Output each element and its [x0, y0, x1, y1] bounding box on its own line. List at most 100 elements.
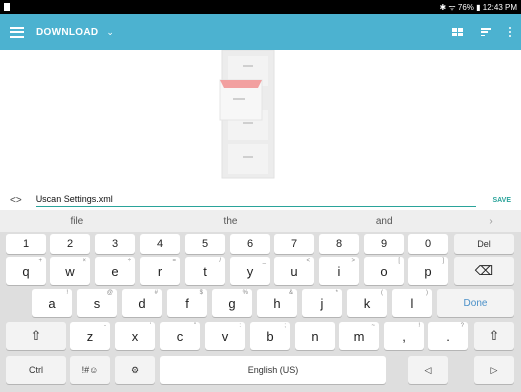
key-s[interactable]: s @	[77, 289, 117, 317]
key-secondary-label: _	[262, 258, 266, 264]
suggestion-item[interactable]: file	[0, 216, 154, 227]
key-period[interactable]: .?	[428, 322, 468, 350]
key-5-label: 5	[201, 238, 209, 250]
key-secondary-label: ?	[460, 323, 464, 329]
key-4[interactable]: 4	[140, 234, 180, 254]
key-secondary-label: "	[193, 323, 196, 329]
key-comma-label: ,	[402, 328, 406, 344]
more-options-icon[interactable]	[509, 27, 511, 37]
key-z[interactable]: z-	[70, 322, 110, 350]
code-icon[interactable]: <>	[10, 195, 22, 206]
suggestion-item[interactable]: and	[307, 216, 461, 227]
key-secondary-label: ÷	[127, 258, 131, 264]
key-k[interactable]: k(	[347, 289, 387, 317]
key-7-label: 7	[290, 238, 298, 250]
key-8[interactable]: 8	[319, 234, 359, 254]
key-3[interactable]: 3	[95, 234, 135, 254]
suggestion-bar: file the and ›	[0, 210, 521, 232]
key-t[interactable]: t /	[185, 257, 225, 285]
key-t-label: t	[203, 263, 207, 279]
key-0[interactable]: 0	[408, 234, 448, 254]
key-secondary-label: ]	[442, 258, 444, 264]
key-e[interactable]: e ÷	[95, 257, 135, 285]
key-secondary-label: [	[398, 258, 400, 264]
key-comma[interactable]: ,!	[384, 322, 424, 350]
backspace-key-label: ⌫	[474, 263, 494, 278]
key-1[interactable]: 1	[6, 234, 46, 254]
key-p[interactable]: p]	[408, 257, 448, 285]
space-key[interactable]: English (US)	[160, 356, 386, 384]
key-secondary-label: *	[335, 290, 338, 296]
key-h-label: h	[273, 295, 281, 311]
folder-title[interactable]: DOWNLOAD	[36, 27, 98, 38]
settings-key[interactable]: ⚙	[115, 356, 155, 384]
key-c[interactable]: c "	[160, 322, 200, 350]
grid-view-icon[interactable]	[452, 28, 463, 36]
done-key[interactable]: Done	[437, 289, 514, 317]
delete-key[interactable]: Del	[454, 234, 514, 254]
empty-folder-area	[0, 49, 521, 190]
ctrl-key-label: Ctrl	[29, 365, 43, 375]
backspace-key[interactable]: ⌫	[454, 257, 514, 285]
expand-suggestions-icon[interactable]: ›	[461, 216, 521, 227]
key-secondary-label: >	[351, 258, 355, 264]
sort-icon[interactable]	[481, 28, 491, 36]
key-o[interactable]: o[	[364, 257, 404, 285]
key-k-label: k	[363, 295, 371, 311]
key-secondary-label: (	[381, 290, 383, 296]
key-b[interactable]: b;	[250, 322, 290, 350]
key-c-label: c	[176, 328, 184, 344]
shift-key-right[interactable]: ⇧	[474, 322, 514, 350]
key-q[interactable]: q +	[6, 257, 46, 285]
shift-key-left-label: ⇧	[30, 328, 42, 343]
ctrl-key[interactable]: Ctrl	[6, 356, 66, 384]
key-w[interactable]: w ×	[50, 257, 90, 285]
shift-key-right-label: ⇧	[488, 328, 500, 343]
key-5[interactable]: 5	[185, 234, 225, 254]
key-h[interactable]: h &	[257, 289, 297, 317]
key-u[interactable]: u <	[274, 257, 314, 285]
key-g[interactable]: g%	[212, 289, 252, 317]
cursor-right-key[interactable]: ▷	[474, 356, 514, 384]
key-2[interactable]: 2	[50, 234, 90, 254]
done-key-label: Done	[463, 297, 488, 309]
key-x[interactable]: x '	[115, 322, 155, 350]
key-y[interactable]: y _	[230, 257, 270, 285]
symbols-key[interactable]: !#☺	[70, 356, 110, 384]
on-screen-keyboard: 1 2 3 4 5 6 7 8 9 0 Del q + w × e ÷ r = t / y _ u < i > o[p] ⌫ a! s @ d #…	[0, 232, 521, 392]
shift-key-left[interactable]: ⇧	[6, 322, 66, 350]
cursor-left-key-label: ◁	[424, 364, 432, 375]
key-6[interactable]: 6	[230, 234, 270, 254]
key-1-label: 1	[22, 238, 30, 250]
key-i[interactable]: i >	[319, 257, 359, 285]
cursor-left-key[interactable]: ◁	[408, 356, 448, 384]
key-j[interactable]: j *	[302, 289, 342, 317]
key-a[interactable]: a!	[32, 289, 72, 317]
key-2-label: 2	[66, 238, 74, 250]
key-7[interactable]: 7	[274, 234, 314, 254]
delete-key-label: Del	[477, 239, 491, 249]
key-f[interactable]: f $	[167, 289, 207, 317]
key-d[interactable]: d #	[122, 289, 162, 317]
menu-icon[interactable]	[10, 26, 24, 38]
chevron-down-icon[interactable]: ⌄	[106, 27, 114, 38]
notification-icon	[4, 3, 10, 11]
key-0-label: 0	[424, 238, 432, 250]
key-d-label: d	[138, 295, 146, 311]
status-bar: ✱ ᯤ 76% ▮ 12:43 PM	[0, 0, 521, 14]
key-v[interactable]: v:	[205, 322, 245, 350]
save-button[interactable]: SAVE	[492, 197, 511, 204]
filename-field[interactable]: Uscan Settings.xml	[35, 194, 476, 207]
key-r[interactable]: r =	[140, 257, 180, 285]
key-x-label: x	[131, 328, 139, 344]
key-9[interactable]: 9	[364, 234, 404, 254]
key-secondary-label: +	[38, 258, 42, 264]
key-l[interactable]: l)	[392, 289, 432, 317]
key-n[interactable]: n	[295, 322, 335, 350]
key-m-label: m	[353, 328, 365, 344]
suggestion-item[interactable]: the	[154, 216, 308, 227]
key-secondary-label: =	[172, 258, 176, 264]
key-m[interactable]: m ~	[339, 322, 379, 350]
key-s-label: s	[93, 295, 101, 311]
key-secondary-label: :	[239, 323, 241, 329]
